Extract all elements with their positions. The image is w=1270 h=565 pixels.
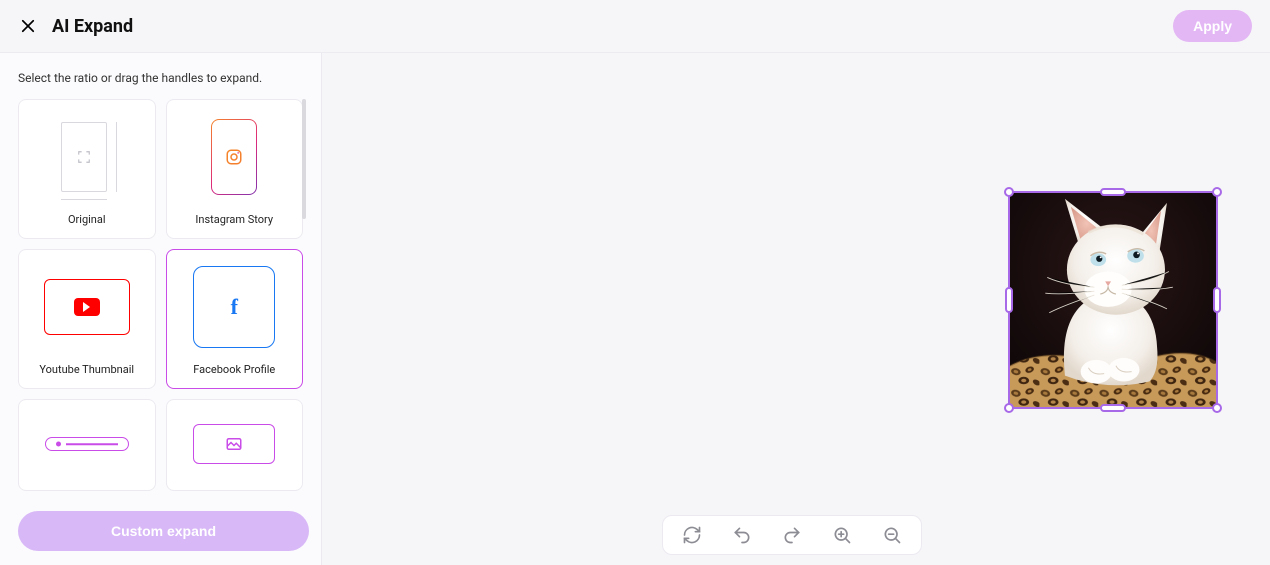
facebook-profile-icon: f [193, 266, 275, 348]
resize-handle-top[interactable] [1100, 188, 1126, 196]
ratio-label: Youtube Thumbnail [39, 363, 134, 376]
close-button[interactable] [18, 16, 38, 36]
image-icon [225, 435, 243, 453]
original-icon [57, 118, 117, 196]
image-selection-frame[interactable] [1008, 191, 1218, 409]
zoom-out-button[interactable] [881, 524, 903, 546]
header: AI Expand Apply [0, 0, 1270, 53]
ratio-label: Facebook Profile [193, 363, 275, 376]
undo-icon [732, 525, 752, 545]
page-title: AI Expand [52, 16, 133, 37]
resize-handle-bottom[interactable] [1100, 404, 1126, 412]
instagram-story-icon [211, 119, 257, 195]
resize-handle-left[interactable] [1005, 287, 1013, 313]
resize-handle-top-right[interactable] [1212, 187, 1222, 197]
youtube-thumbnail-icon [44, 279, 130, 335]
custom-expand-button[interactable]: Custom expand [18, 511, 309, 551]
facebook-icon: f [231, 294, 238, 320]
ratio-label: Original [68, 213, 106, 226]
ratio-card-cover[interactable] [166, 399, 304, 491]
sidebar: Select the ratio or drag the handles to … [0, 53, 322, 565]
redo-icon [782, 525, 802, 545]
canvas-area [322, 53, 1270, 565]
ratio-card-instagram-story[interactable]: Instagram Story [166, 99, 304, 239]
scrollbar-thumb[interactable] [302, 99, 306, 219]
resize-handle-top-left[interactable] [1004, 187, 1014, 197]
instagram-icon [225, 148, 243, 166]
redo-button[interactable] [781, 524, 803, 546]
close-icon [19, 17, 37, 35]
resize-handle-bottom-left[interactable] [1004, 403, 1014, 413]
sidebar-instruction: Select the ratio or drag the handles to … [18, 71, 309, 85]
refresh-button[interactable] [681, 524, 703, 546]
ratio-card-banner[interactable] [18, 399, 156, 491]
ratio-label: Instagram Story [195, 213, 273, 226]
resize-handle-right[interactable] [1213, 287, 1221, 313]
canvas-stage[interactable] [322, 53, 1270, 565]
canvas-image[interactable] [1010, 193, 1216, 407]
banner-icon [45, 437, 129, 451]
expand-corners-icon [77, 150, 91, 164]
zoom-in-icon [832, 525, 852, 545]
youtube-play-icon [74, 298, 100, 316]
undo-button[interactable] [731, 524, 753, 546]
zoom-in-button[interactable] [831, 524, 853, 546]
canvas-toolbar [662, 515, 922, 555]
ratio-card-facebook-profile[interactable]: f Facebook Profile [166, 249, 304, 389]
apply-button[interactable]: Apply [1173, 10, 1252, 42]
ratio-card-original[interactable]: Original [18, 99, 156, 239]
refresh-icon [682, 525, 702, 545]
ratio-card-youtube-thumbnail[interactable]: Youtube Thumbnail [18, 249, 156, 389]
zoom-out-icon [882, 525, 902, 545]
resize-handle-bottom-right[interactable] [1212, 403, 1222, 413]
cover-icon [193, 424, 275, 464]
ratio-scroll[interactable]: Original [18, 99, 309, 499]
